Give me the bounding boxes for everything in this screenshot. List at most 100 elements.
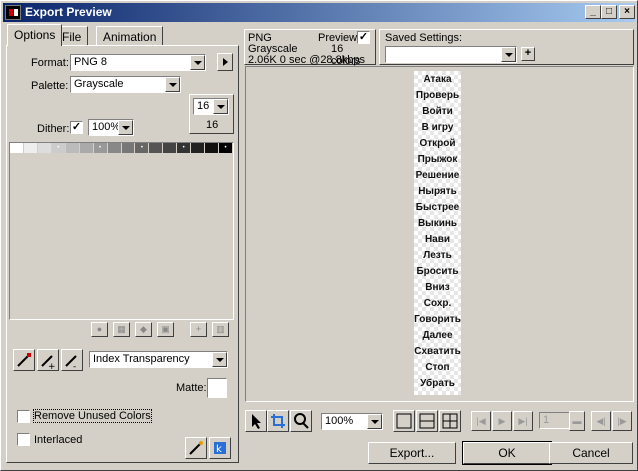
transparency-select[interactable]: Index Transparency <box>89 351 228 368</box>
svg-text:k: k <box>216 444 222 455</box>
zoom-select[interactable]: 100% <box>321 413 383 430</box>
maximize-button[interactable]: □ <box>601 5 617 19</box>
dither-checkbox[interactable]: ✓ <box>70 121 83 134</box>
preview-word: Сохр. <box>423 298 452 309</box>
palette-swatch[interactable]: • <box>93 143 108 154</box>
title-bar[interactable]: Export Preview _ □ × <box>3 3 635 22</box>
frame-field[interactable]: 1 <box>539 412 573 429</box>
ok-button[interactable]: OK <box>462 441 552 465</box>
preview-word: Открой <box>419 138 456 149</box>
preview-word: Стоп <box>425 362 450 373</box>
trash-icon[interactable]: ▥ <box>212 322 229 337</box>
palette-swatch[interactable] <box>191 143 206 154</box>
crop-icon <box>271 414 285 428</box>
eyedropper-add-button[interactable]: + <box>37 349 59 372</box>
play-button[interactable]: ▶ <box>492 411 512 431</box>
chevron-down-icon[interactable] <box>367 414 382 429</box>
palette-swatch[interactable] <box>205 143 220 154</box>
matte-color-swatch[interactable] <box>207 378 227 398</box>
dither-label: Dither: <box>37 123 70 135</box>
remove-unused-label[interactable]: Remove Unused Colors <box>33 409 152 423</box>
eyedropper-remove-button[interactable]: - <box>61 349 83 372</box>
palette-swatch[interactable] <box>121 143 136 154</box>
pointer-tool-button[interactable] <box>245 410 267 432</box>
preview-word: В игру <box>421 122 454 133</box>
colors-select[interactable]: 16 <box>193 98 229 115</box>
format-select[interactable]: PNG 8 <box>70 54 206 71</box>
preview-word: Вниз <box>425 282 450 293</box>
palette-swatch[interactable]: • <box>219 143 233 154</box>
palette-swatch[interactable] <box>10 143 24 154</box>
cube-icon[interactable]: ◆ <box>135 322 152 337</box>
add-swatch-icon[interactable]: + <box>190 322 207 337</box>
remove-unused-checkbox[interactable] <box>17 410 30 423</box>
export-button[interactable]: Export... <box>368 442 456 464</box>
zoom-value: 100% <box>325 415 354 427</box>
format-label: Format: <box>31 57 69 69</box>
palette-swatch[interactable] <box>65 143 80 154</box>
palette-swatch[interactable]: • <box>51 143 66 154</box>
palette-value: Grayscale <box>74 78 124 90</box>
dither-select[interactable]: 100% <box>88 119 134 136</box>
palette-swatch[interactable]: • <box>177 143 192 154</box>
colors-value: 16 <box>197 100 210 112</box>
preview-image: Атака Проверь Войти В игру Открой Прыжок Решен… <box>414 71 461 395</box>
options-menu-button[interactable] <box>217 53 233 71</box>
chevron-down-icon[interactable] <box>190 55 205 70</box>
info-panel: PNG Preview ✓ Grayscale 16 colors 2.06K … <box>244 29 376 67</box>
chevron-down-icon[interactable] <box>118 120 133 135</box>
lock-icon[interactable]: ▣ <box>157 322 174 337</box>
window-title: Export Preview <box>25 5 112 19</box>
palette-swatch[interactable] <box>23 143 38 154</box>
zoom-tool-button[interactable] <box>290 410 312 432</box>
chevron-down-icon[interactable] <box>165 77 180 92</box>
frame-menu-button[interactable]: ▬ <box>569 411 585 431</box>
saved-settings-select[interactable] <box>385 46 517 63</box>
optimize-wizard-button[interactable] <box>185 437 207 459</box>
colors-count: 16 <box>206 119 219 131</box>
preview-area[interactable]: Атака Проверь Войти В игру Открой Прыжок Решен… <box>245 66 634 402</box>
transparency-value: Index Transparency <box>93 353 190 365</box>
minimize-button[interactable]: _ <box>585 5 601 19</box>
optimize-size-icon: k <box>214 442 226 455</box>
tab-animation[interactable]: Animation <box>96 26 164 45</box>
chevron-down-icon[interactable] <box>212 352 227 367</box>
palette-swatch[interactable] <box>163 143 178 154</box>
chevron-down-icon[interactable] <box>213 99 228 114</box>
last-frame-button[interactable]: ▶| <box>513 411 533 431</box>
single-pane-icon <box>396 413 412 429</box>
single-view-button[interactable] <box>393 410 415 432</box>
chevron-down-icon[interactable] <box>501 47 516 62</box>
preview-word: Нави <box>424 234 451 245</box>
circle-icon[interactable]: ● <box>91 322 108 337</box>
tab-options[interactable]: Options <box>7 24 63 46</box>
next-frame-button[interactable]: |▶ <box>612 411 632 431</box>
close-button[interactable]: × <box>619 5 635 19</box>
first-frame-button[interactable]: |◀ <box>471 411 491 431</box>
palette-swatch[interactable] <box>149 143 164 154</box>
split-view-4-button[interactable] <box>439 410 461 432</box>
cancel-button[interactable]: Cancel <box>549 442 633 464</box>
dither-value: 100% <box>92 121 121 133</box>
preview-word: Нырять <box>418 186 457 197</box>
palette-swatch[interactable] <box>79 143 94 154</box>
preview-word: Говорить <box>414 314 461 325</box>
palette-swatches[interactable]: • • • • • <box>9 142 234 320</box>
palette-swatch[interactable] <box>107 143 122 154</box>
add-setting-button[interactable]: + <box>521 47 535 61</box>
pointer-icon <box>252 414 261 429</box>
interlaced-checkbox[interactable] <box>17 433 30 446</box>
split-view-2-button[interactable] <box>416 410 438 432</box>
grid-icon[interactable]: ▦ <box>113 322 130 337</box>
app-icon <box>5 5 21 20</box>
crop-tool-button[interactable] <box>267 410 289 432</box>
eyedropper-button[interactable] <box>13 349 35 371</box>
palette-swatch[interactable]: • <box>135 143 150 154</box>
colors-box: 16 16 <box>189 94 234 134</box>
prev-frame-button[interactable]: ◀| <box>591 411 611 431</box>
optimize-to-size-button[interactable]: k <box>209 437 231 459</box>
eyedropper-icon <box>17 353 31 367</box>
palette-swatch[interactable] <box>37 143 52 154</box>
palette-select[interactable]: Grayscale <box>70 76 181 93</box>
interlaced-label[interactable]: Interlaced <box>34 434 82 446</box>
